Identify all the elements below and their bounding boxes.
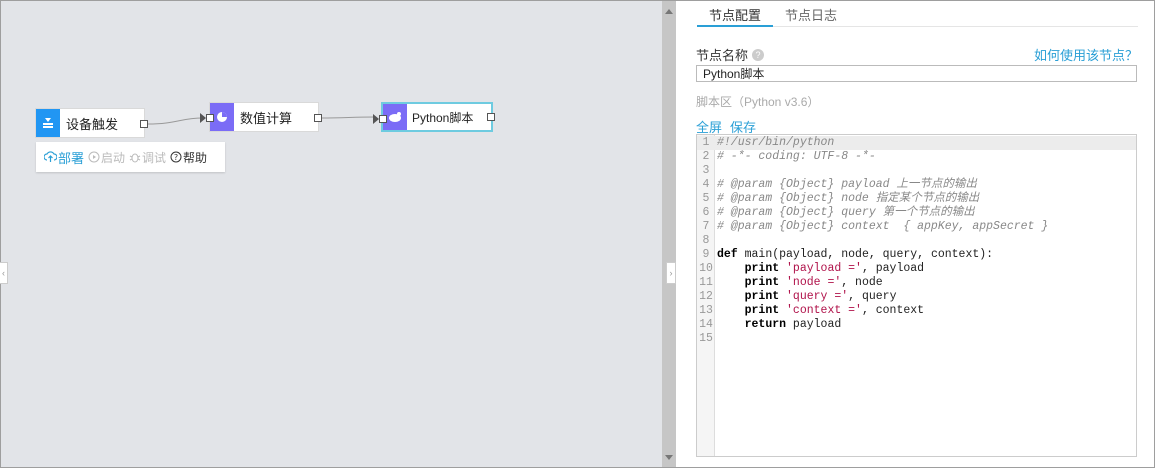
chevron-left-icon: ‹ — [2, 268, 5, 278]
code-text: print 'query =', query — [744, 290, 897, 303]
question-icon[interactable]: ? — [752, 48, 765, 61]
line-number: 4 — [702, 178, 710, 191]
code-line: 14 return payload — [697, 318, 1136, 332]
line-number: 13 — [699, 304, 713, 317]
bug-icon — [129, 153, 141, 163]
line-number: 14 — [699, 318, 713, 331]
question-circle-icon: ? — [170, 151, 182, 163]
left-panel-toggle[interactable]: ‹ — [0, 262, 8, 284]
output-port[interactable] — [314, 114, 322, 122]
flow-canvas[interactable]: 设备触发 数值计算 Python脚本 部署 启动 调试 ? 帮助 — [1, 1, 662, 467]
connections-layer — [147, 116, 376, 125]
connection-2-3 — [320, 116, 376, 119]
deploy-button[interactable]: 部署 — [44, 148, 84, 167]
tab-node-config[interactable]: 节点配置 — [697, 1, 774, 27]
line-number: 5 — [702, 192, 710, 205]
code-text: print 'node =', node — [744, 276, 883, 289]
input-port[interactable] — [206, 114, 214, 122]
how-to-use-link[interactable]: 如何使用该节点？ — [1034, 45, 1138, 64]
code-line: 15 — [697, 332, 1136, 346]
code-text: print 'payload =', payload — [744, 262, 925, 275]
code-line: 9 def main(payload, node, query, context)… — [697, 248, 1136, 262]
input-port[interactable] — [379, 115, 387, 123]
tab-node-log[interactable]: 节点日志 — [773, 1, 849, 27]
code-line: 10 print 'payload =', payload — [697, 262, 1136, 276]
node-name-label: 节点名称 ? — [696, 45, 765, 64]
line-number: 6 — [702, 206, 710, 219]
code-line: 2 # -*- coding: UTF-8 -*- — [697, 150, 1136, 164]
debug-button[interactable]: 调试 — [129, 149, 166, 166]
node-label: Python脚本 — [412, 110, 474, 125]
connection-1-2 — [147, 117, 204, 125]
line-number: 9 — [702, 248, 710, 261]
flow-node-python-script[interactable]: Python脚本 — [373, 102, 495, 132]
code-line: 13 print 'context =', context — [697, 304, 1136, 318]
node-name-label-text: 节点名称 — [696, 48, 749, 63]
help-label: 帮助 — [183, 150, 208, 165]
node-name-input[interactable] — [696, 65, 1137, 82]
code-line: 12 print 'query =', query — [697, 290, 1136, 304]
node-toolbar: 部署 启动 调试 ? 帮助 — [36, 142, 225, 172]
code-text: print 'context =', context — [744, 304, 925, 317]
code-line: 6 # @param {Object} query 第一个节点的输出 — [697, 206, 1136, 220]
line-number: 7 — [702, 220, 710, 233]
line-number: 12 — [699, 290, 713, 303]
help-button[interactable]: ? 帮助 — [170, 149, 207, 166]
start-label: 启动 — [101, 150, 126, 165]
right-panel-toggle[interactable]: › — [666, 262, 676, 284]
flow-node-device-trigger[interactable]: 设备触发 — [35, 108, 148, 138]
node-label: 设备触发 — [66, 116, 119, 132]
deploy-label: 部署 — [58, 150, 85, 166]
scroll-down-arrow-icon[interactable] — [662, 450, 676, 464]
line-number: 11 — [699, 276, 713, 289]
output-port[interactable] — [487, 113, 495, 121]
line-number: 8 — [702, 234, 710, 247]
code-text: #!/usr/bin/python — [717, 136, 835, 149]
line-number: 15 — [699, 332, 713, 345]
svg-text:?: ? — [174, 153, 178, 162]
code-lines: 1 #!/usr/bin/python 2 # -*- coding: UTF-8 -… — [697, 136, 1136, 346]
line-number: 10 — [699, 262, 713, 275]
node-label: 数值计算 — [240, 110, 293, 126]
start-button[interactable]: 启动 — [88, 149, 125, 166]
output-port[interactable] — [140, 120, 148, 128]
panel-tabs: 节点配置 节点日志 — [697, 1, 1138, 27]
debug-label: 调试 — [142, 150, 167, 165]
node-config-panel: 节点配置 节点日志 节点名称 ? 如何使用该节点？ 脚本区（Python v3.… — [677, 1, 1154, 467]
code-editor[interactable]: 1 #!/usr/bin/python 2 # -*- coding: UTF-8 -… — [696, 134, 1137, 457]
line-number: 2 — [702, 150, 710, 163]
line-number: 1 — [702, 136, 710, 149]
code-line: 3 — [697, 164, 1136, 178]
code-line: 1 #!/usr/bin/python — [697, 136, 1136, 150]
code-line: 4 # @param {Object} payload 上一节点的输出 — [697, 178, 1136, 192]
code-text: # -*- coding: UTF-8 -*- — [717, 150, 876, 163]
code-line: 7 # @param {Object} context { appKey, app… — [697, 220, 1136, 234]
play-icon — [88, 151, 100, 163]
code-text: # @param {Object} payload 上一节点的输出 — [717, 178, 977, 191]
line-number: 3 — [702, 164, 710, 177]
code-text: # @param {Object} query 第一个节点的输出 — [717, 206, 975, 219]
code-text: return payload — [744, 318, 842, 331]
canvas-scrollbar[interactable] — [662, 1, 676, 467]
code-text: # @param {Object} context { appKey, appS… — [717, 220, 1049, 233]
script-area-label: 脚本区（Python v3.6） — [696, 95, 820, 109]
code-line: 11 print 'node =', node — [697, 276, 1136, 290]
scroll-up-arrow-icon[interactable] — [662, 4, 676, 18]
code-line: 5 # @param {Object} node 指定某个节点的输出 — [697, 192, 1136, 206]
chevron-right-icon: › — [669, 268, 673, 278]
device-trigger-icon — [36, 109, 60, 137]
code-line: 8 — [697, 234, 1136, 248]
flow-node-numeric-calc[interactable]: 数值计算 — [200, 102, 322, 132]
code-text: def main(payload, node, query, context): — [717, 248, 994, 261]
cloud-upload-icon — [44, 151, 57, 162]
code-text: # @param {Object} node 指定某个节点的输出 — [717, 192, 980, 205]
